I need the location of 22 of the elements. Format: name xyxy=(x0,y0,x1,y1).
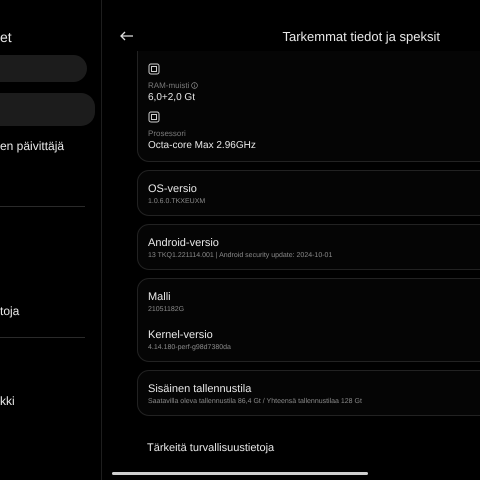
spec-value: 6,0+2,0 Gt xyxy=(148,92,195,103)
chip-icon xyxy=(148,63,160,75)
chip-icon xyxy=(148,111,160,123)
item-title: Android-versio xyxy=(148,237,220,249)
sidebar-item[interactable] xyxy=(0,93,95,126)
sidebar-item[interactable]: kki xyxy=(0,393,101,409)
item-title: Kernel-versio xyxy=(148,329,214,341)
spec-value: Octa-core Max 2.96GHz xyxy=(148,140,256,151)
item-title: Malli xyxy=(148,291,172,303)
sidebar-title: et xyxy=(0,28,13,47)
spec-label: RAM-muisti xyxy=(148,81,198,90)
item-title: Sisäinen tallennustila xyxy=(148,383,252,395)
home-indicator[interactable] xyxy=(112,472,368,475)
spec-label: Prosessori xyxy=(148,129,186,138)
item-title: OS-versio xyxy=(148,183,198,195)
back-icon[interactable] xyxy=(120,31,134,41)
item-title[interactable]: Tärkeitä turvallisuustietoja xyxy=(102,442,480,454)
sidebar-item[interactable]: toja xyxy=(0,303,101,319)
sidebar-item[interactable] xyxy=(0,55,87,82)
sidebar-item[interactable]: en päivittäjä xyxy=(0,138,101,154)
page-title: Tarkemmat tiedot ja speksit xyxy=(282,28,440,44)
info-icon[interactable] xyxy=(191,82,198,89)
